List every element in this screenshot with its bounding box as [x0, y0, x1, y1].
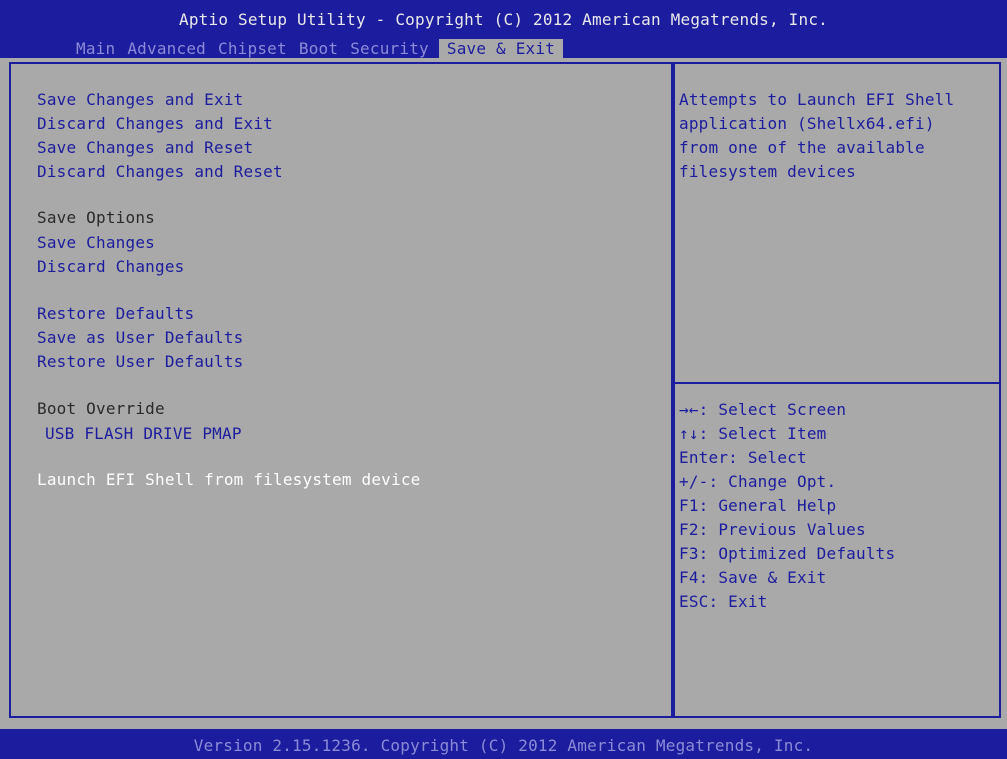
tab-chipset[interactable]: Chipset [212, 39, 293, 59]
tab-boot[interactable]: Boot [293, 39, 344, 59]
header-bar: Aptio Setup Utility - Copyright (C) 2012… [0, 0, 1007, 59]
tab-save-and-exit[interactable]: Save & Exit [438, 39, 564, 59]
key-hint-enter: Enter: Select [679, 448, 807, 467]
help-text-line: application (Shellx64.efi) [679, 114, 935, 133]
key-hint-change-opt: +/-: Change Opt. [679, 472, 837, 491]
key-hint-general-help: F1: General Help [679, 496, 837, 515]
key-hint-select-screen: →←: Select Screen [679, 400, 847, 419]
key-hint-save-exit: F4: Save & Exit [679, 568, 827, 587]
launch-efi-shell-item[interactable]: Launch EFI Shell from filesystem device [37, 470, 420, 490]
save-changes-item[interactable]: Save Changes [37, 233, 155, 253]
key-hint-esc-exit: ESC: Exit [679, 592, 768, 611]
discard-changes-and-exit-item[interactable]: Discard Changes and Exit [37, 114, 273, 134]
boot-override-heading: Boot Override [37, 399, 165, 418]
main-panel: Save Changes and Exit Discard Changes an… [9, 62, 673, 718]
save-options-heading: Save Options [37, 208, 155, 227]
help-text-line: Attempts to Launch EFI Shell [679, 90, 955, 109]
restore-user-defaults-item[interactable]: Restore User Defaults [37, 352, 244, 372]
help-divider [675, 382, 999, 384]
footer-bar: Version 2.15.1236. Copyright (C) 2012 Am… [0, 729, 1007, 759]
boot-override-usb-item[interactable]: USB FLASH DRIVE PMAP [45, 424, 242, 444]
restore-defaults-item[interactable]: Restore Defaults [37, 304, 194, 324]
key-hint-select-item: ↑↓: Select Item [679, 424, 827, 443]
title: Aptio Setup Utility - Copyright (C) 2012… [179, 10, 828, 29]
tab-bar: Main Advanced Chipset Boot Security Save… [70, 39, 564, 59]
help-text-line: filesystem devices [679, 162, 856, 181]
help-text-line: from one of the available [679, 138, 925, 157]
key-hint-previous-values: F2: Previous Values [679, 520, 866, 539]
discard-changes-item[interactable]: Discard Changes [37, 257, 185, 277]
discard-changes-and-reset-item[interactable]: Discard Changes and Reset [37, 162, 283, 182]
key-hint-optimized-defaults: F3: Optimized Defaults [679, 544, 896, 563]
tab-main[interactable]: Main [70, 39, 121, 59]
save-changes-and-reset-item[interactable]: Save Changes and Reset [37, 138, 253, 158]
version-text: Version 2.15.1236. Copyright (C) 2012 Am… [193, 736, 814, 755]
save-as-user-defaults-item[interactable]: Save as User Defaults [37, 328, 244, 348]
help-panel: Attempts to Launch EFI Shell application… [673, 62, 1001, 718]
tab-security[interactable]: Security [344, 39, 435, 59]
tab-advanced[interactable]: Advanced [121, 39, 212, 59]
save-changes-and-exit-item[interactable]: Save Changes and Exit [37, 90, 244, 110]
